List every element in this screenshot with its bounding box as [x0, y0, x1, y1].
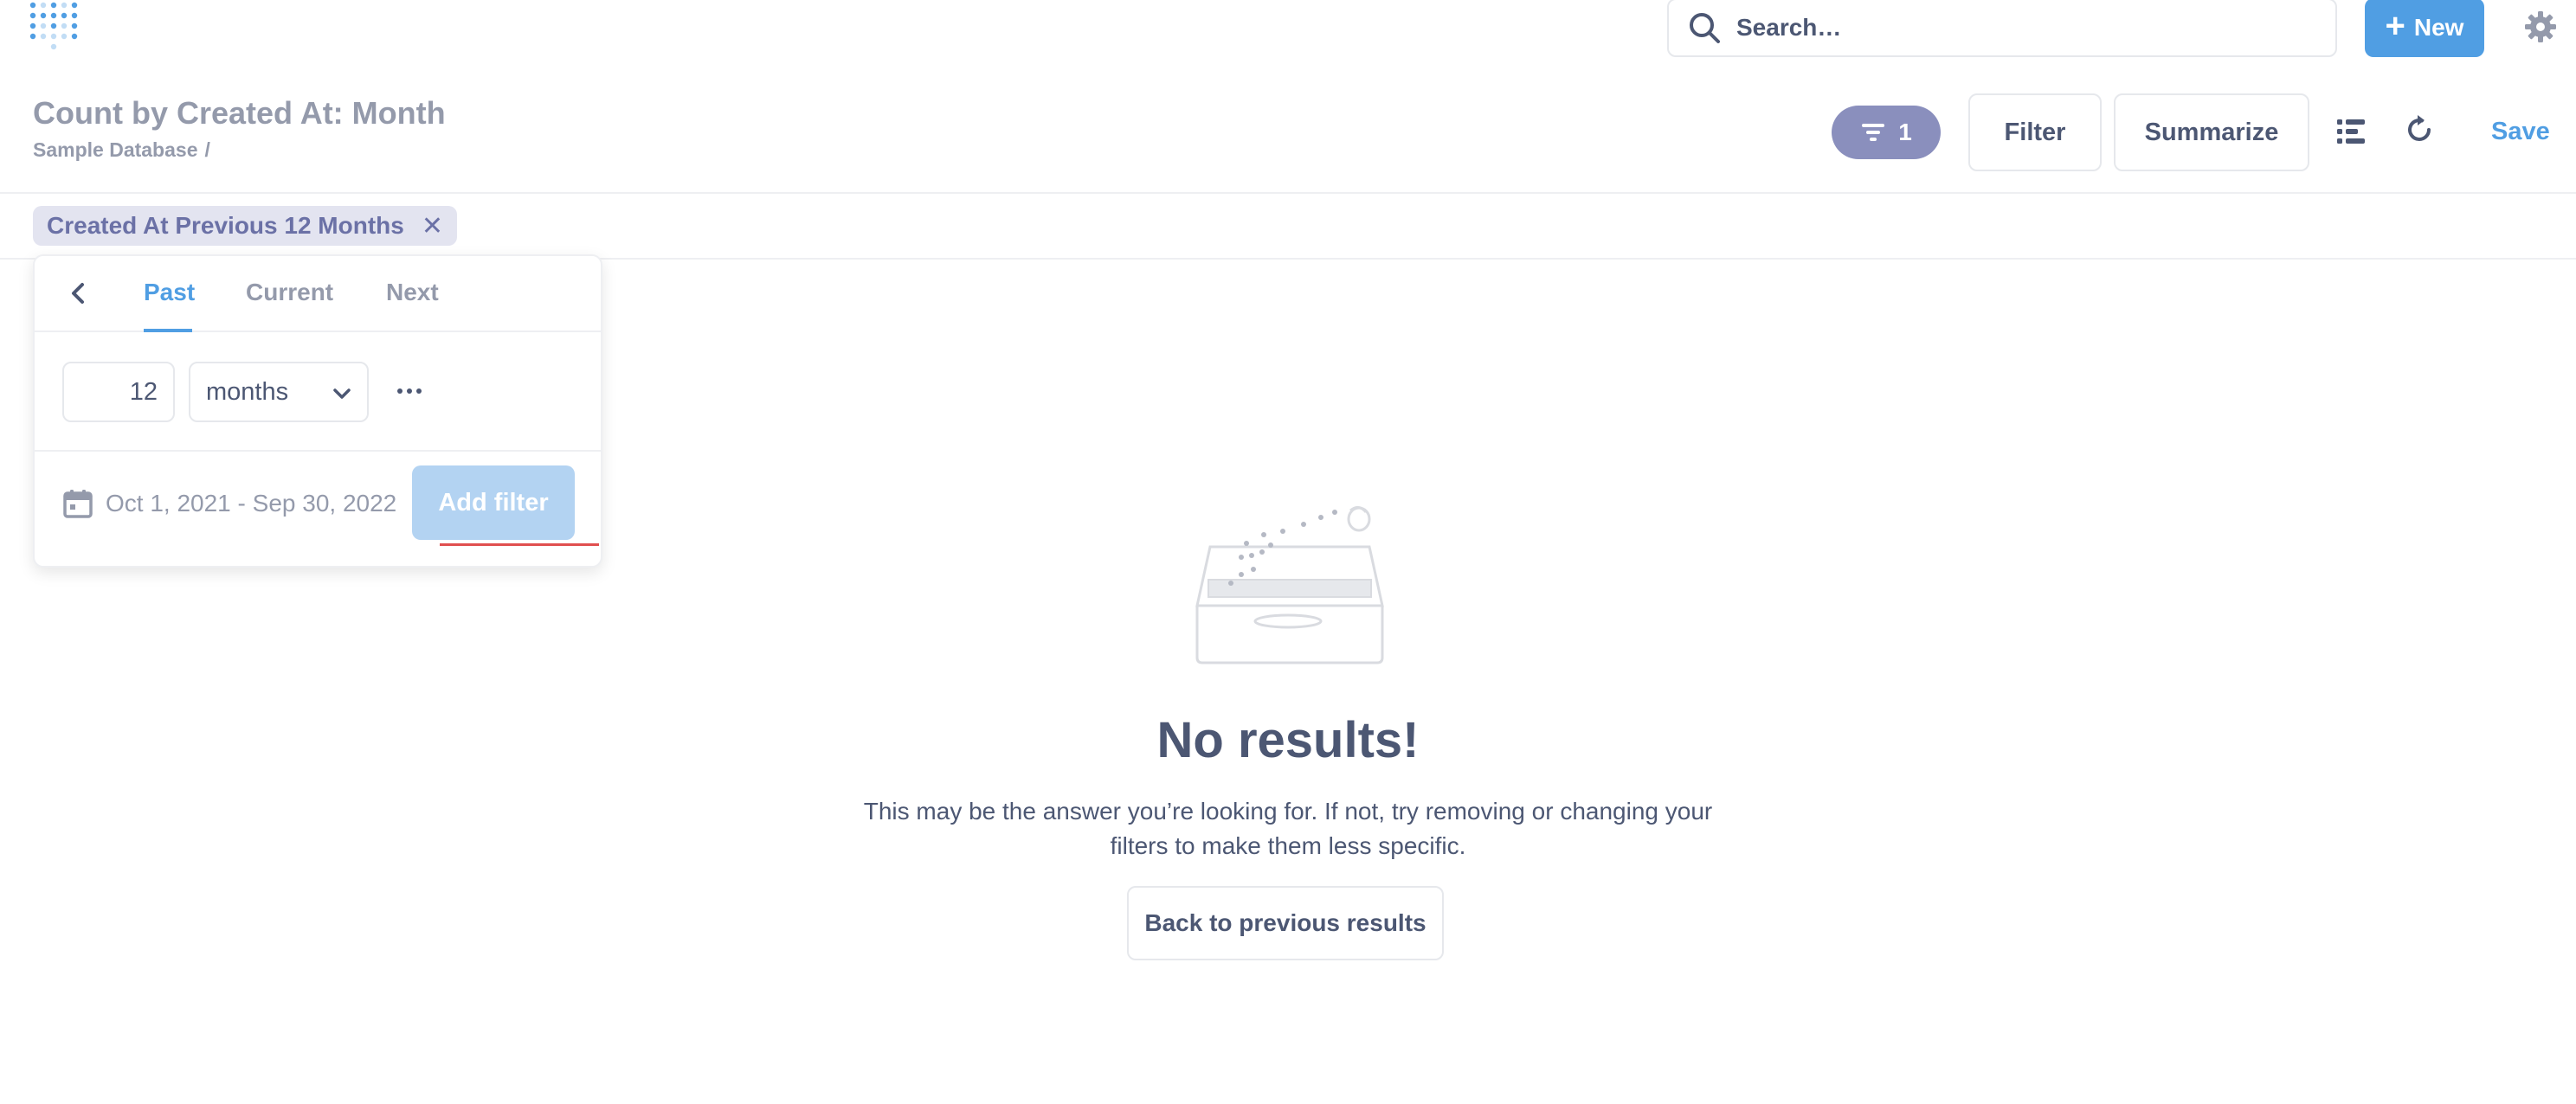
breadcrumb[interactable]: Sample Database /	[33, 138, 210, 162]
plus-icon: +	[2385, 7, 2405, 45]
filter-icon	[1862, 124, 1885, 141]
metabase-logo-icon[interactable]	[29, 2, 78, 52]
summarize-button[interactable]: Summarize	[2114, 93, 2309, 171]
search-bar[interactable]	[1667, 0, 2337, 57]
interval-amount-input[interactable]	[62, 362, 175, 422]
tab-next[interactable]: Next	[386, 279, 439, 306]
question-title: Count by Created At: Month	[33, 95, 446, 131]
empty-box-illustration	[1195, 506, 1384, 664]
ellipsis-icon[interactable]	[395, 381, 424, 401]
breadcrumb-separator: /	[204, 138, 210, 161]
filter-count-pill[interactable]: 1	[1832, 106, 1941, 159]
close-icon[interactable]: ✕	[422, 211, 443, 241]
date-filter-popover: Past Current Next months Oct 1, 2021 - S…	[33, 254, 602, 568]
highlight-underline	[440, 543, 599, 546]
gear-icon[interactable]	[2524, 10, 2557, 43]
filter-chip[interactable]: Created At Previous 12 Months ✕	[33, 206, 457, 246]
filter-count: 1	[1898, 119, 1912, 145]
save-button[interactable]: Save	[2491, 118, 2550, 146]
interval-unit-select[interactable]: months	[189, 362, 369, 422]
empty-state-description: This may be the answer you’re looking fo…	[863, 798, 1713, 859]
empty-state-title: No results!	[1156, 712, 1420, 768]
chevron-down-icon	[333, 388, 351, 399]
chevron-left-icon[interactable]	[64, 279, 93, 308]
search-icon	[1690, 13, 1720, 43]
back-to-previous-results-button[interactable]: Back to previous results	[1127, 886, 1444, 960]
interval-unit-value: months	[206, 377, 289, 406]
add-filter-button[interactable]: Add filter	[412, 465, 575, 540]
tab-current[interactable]: Current	[246, 279, 333, 306]
header-divider	[0, 192, 2576, 194]
popover-divider	[35, 450, 601, 452]
search-input[interactable]	[1736, 14, 2256, 42]
notebook-icon[interactable]	[2332, 112, 2370, 151]
calendar-icon	[63, 490, 93, 518]
new-button-label: New	[2413, 14, 2464, 41]
refresh-icon[interactable]	[2401, 111, 2439, 149]
filter-chip-label: Created At Previous 12 Months	[47, 212, 404, 239]
active-tab-underline	[144, 329, 192, 332]
tab-past[interactable]: Past	[144, 279, 195, 306]
new-button[interactable]: + New	[2365, 0, 2484, 57]
breadcrumb-database[interactable]: Sample Database	[33, 138, 197, 161]
filter-button[interactable]: Filter	[1968, 93, 2102, 171]
date-range-text: Oct 1, 2021 - Sep 30, 2022	[106, 490, 397, 517]
popover-tabs: Past Current Next	[35, 256, 601, 332]
